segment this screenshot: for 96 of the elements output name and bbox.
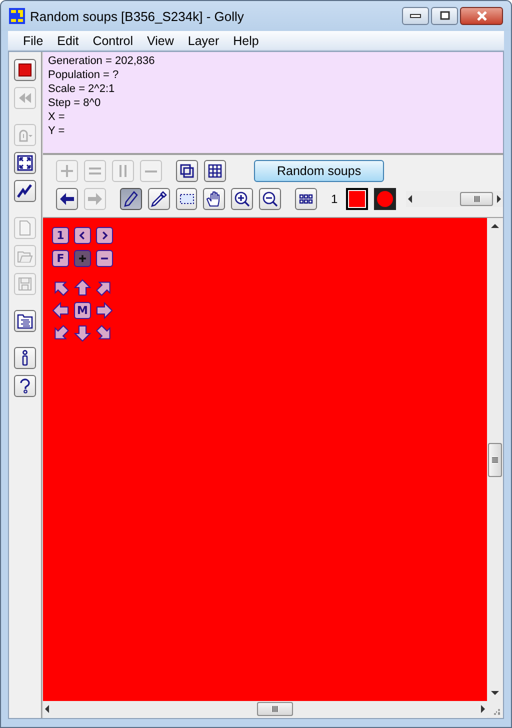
overlay-button[interactable] <box>96 227 113 244</box>
horizontal-scrollbar[interactable] <box>406 191 503 207</box>
info-line: Scale = 2^2:1 <box>48 82 116 96</box>
sidebar-button[interactable] <box>14 347 36 369</box>
arrow-left-icon <box>58 191 75 207</box>
arrow-button[interactable] <box>74 279 91 296</box>
state-number: 1 <box>331 192 338 206</box>
sidebar-button[interactable] <box>14 152 36 174</box>
maximize-button[interactable] <box>431 7 458 25</box>
arrow-icon <box>74 325 91 342</box>
minimize-icon <box>410 14 421 18</box>
history-button[interactable] <box>56 188 78 210</box>
menu-item[interactable]: Layer <box>180 34 226 48</box>
arrow-right-icon <box>86 191 103 207</box>
menu-item[interactable]: View <box>140 34 181 48</box>
horizontal-scrollbar[interactable] <box>43 701 487 717</box>
overlay-button[interactable]: M <box>74 302 91 319</box>
info-line: Generation = 202,836 <box>48 54 156 68</box>
page-icon <box>17 220 33 236</box>
arrow-button[interactable] <box>52 325 69 342</box>
eyedropper-icon <box>150 191 167 207</box>
layer-button[interactable] <box>295 188 318 210</box>
sidebar-button[interactable] <box>14 59 36 81</box>
script-button[interactable]: Random soups <box>254 160 384 182</box>
overlay-button[interactable] <box>74 250 91 267</box>
tool-button[interactable] <box>120 188 142 210</box>
grip-icon <box>491 456 499 462</box>
arrow-icon <box>52 325 69 342</box>
minus-icon <box>145 170 157 172</box>
sidebar-button[interactable] <box>14 180 36 202</box>
arrow-button[interactable] <box>96 279 113 296</box>
arrow-icon <box>52 302 69 319</box>
help-icon <box>17 378 33 394</box>
close-icon <box>474 9 488 23</box>
save-icon <box>17 276 33 292</box>
window-title: Random soups [B356_S234k] - Golly <box>30 8 245 24</box>
plus-icon <box>59 163 75 179</box>
scrollbar-thumb[interactable] <box>460 192 493 206</box>
overlay-button[interactable] <box>74 227 91 244</box>
app-icon <box>9 8 25 24</box>
menu-item[interactable]: Control <box>86 34 140 48</box>
rewind-icon <box>17 90 33 106</box>
zigzag-icon <box>17 183 33 199</box>
tool-button[interactable] <box>203 188 226 210</box>
vertical-scrollbar[interactable] <box>487 218 503 701</box>
tool-button[interactable] <box>231 188 254 210</box>
scrollbar-thumb[interactable] <box>256 702 293 716</box>
selection-icon <box>178 191 194 207</box>
zoom-out-icon <box>262 191 278 207</box>
arrow-button[interactable] <box>52 279 69 296</box>
info-line: X = <box>48 110 66 124</box>
overlay-button[interactable]: F <box>52 250 69 267</box>
arrow-button[interactable] <box>96 302 113 319</box>
grip-icon <box>474 195 480 203</box>
menu-item[interactable]: Edit <box>50 34 86 48</box>
color-swatch[interactable] <box>374 188 396 210</box>
view-button[interactable] <box>176 160 198 182</box>
arrow-icon <box>96 325 113 342</box>
sidebar-button[interactable] <box>14 375 36 397</box>
grip-icon <box>272 705 278 713</box>
stop-icon <box>17 62 33 78</box>
minimize-button[interactable] <box>402 7 429 25</box>
close-button[interactable] <box>460 7 503 25</box>
arrow-icon <box>96 279 113 296</box>
arrow-icon <box>96 302 113 319</box>
maximize-icon <box>438 9 452 23</box>
hand-icon <box>206 191 222 207</box>
folder-list-icon <box>17 313 33 329</box>
scrollbar-thumb[interactable] <box>488 442 502 476</box>
layers-icon <box>179 163 195 179</box>
pattern-view[interactable]: 1 F M <box>43 218 487 701</box>
arrow-icon <box>52 279 69 296</box>
color-swatch[interactable] <box>346 188 368 210</box>
menu-item[interactable]: File <box>16 34 50 48</box>
overlay-button[interactable]: 1 <box>52 227 69 244</box>
tool-button[interactable] <box>259 188 282 210</box>
info-line: Y = <box>48 124 66 138</box>
arrow-button[interactable] <box>74 325 91 342</box>
arrow-button[interactable] <box>96 325 113 342</box>
pencil-icon <box>122 191 139 207</box>
arrow-button[interactable] <box>52 302 69 319</box>
sidebar-button[interactable] <box>14 310 36 332</box>
tool-button[interactable] <box>176 188 198 210</box>
grid-icon <box>207 163 223 179</box>
info-line: Step = 8^0 <box>48 96 102 110</box>
tool-button[interactable] <box>148 188 170 210</box>
zoom-in-icon <box>234 191 250 207</box>
arch-icon <box>17 127 33 143</box>
arrow-icon <box>74 279 91 296</box>
plus-icon <box>77 253 88 264</box>
info-line: Population = ? <box>48 68 120 82</box>
expand-icon <box>17 155 33 171</box>
overlay-button[interactable] <box>96 250 113 267</box>
view-button[interactable] <box>204 160 226 182</box>
resize-grip-icon <box>494 709 500 715</box>
menu-item[interactable]: Help <box>226 34 266 48</box>
